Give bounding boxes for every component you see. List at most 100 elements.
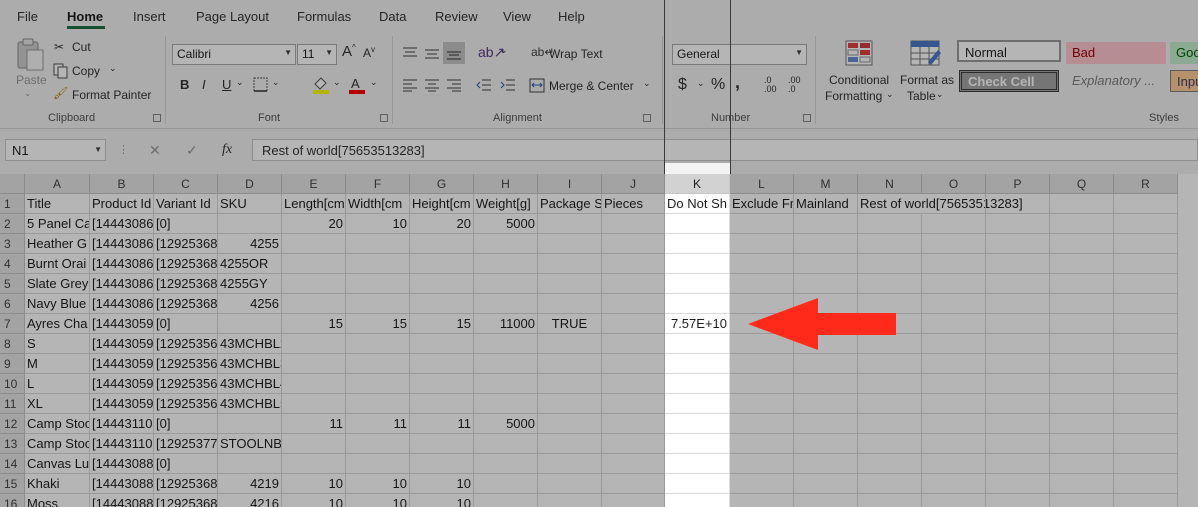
cell-b16[interactable]: [14443088 xyxy=(90,494,154,507)
cell-o2[interactable] xyxy=(922,214,986,234)
cell-o15[interactable] xyxy=(922,474,986,494)
cell-o11[interactable] xyxy=(922,394,986,414)
cell-g9[interactable] xyxy=(410,354,474,374)
row-header[interactable]: 8 xyxy=(0,334,25,354)
cell-k6[interactable] xyxy=(665,294,730,314)
cell-e3[interactable] xyxy=(282,234,346,254)
cell-e8[interactable] xyxy=(282,334,346,354)
cell-f12[interactable]: 11 xyxy=(346,414,410,434)
cell-o9[interactable] xyxy=(922,354,986,374)
column-header-a[interactable]: A xyxy=(25,174,90,194)
copy-dropdown-icon[interactable]: ⌄ xyxy=(109,63,117,74)
bold-button[interactable]: B xyxy=(180,77,189,92)
cell-p4[interactable] xyxy=(986,254,1050,274)
cell-a1[interactable]: Title xyxy=(25,194,90,214)
cell-b1[interactable]: Product Id xyxy=(90,194,154,214)
row-header[interactable]: 15 xyxy=(0,474,25,494)
cell-q8[interactable] xyxy=(1050,334,1114,354)
increase-font-icon[interactable]: A^ xyxy=(342,43,356,60)
cell-r10[interactable] xyxy=(1114,374,1178,394)
cell-b2[interactable]: [14443086 xyxy=(90,214,154,234)
cell-e7[interactable]: 15 xyxy=(282,314,346,334)
comma-style-button[interactable]: , xyxy=(735,72,740,93)
cell-p11[interactable] xyxy=(986,394,1050,414)
cell-e13[interactable] xyxy=(282,434,346,454)
row-header[interactable]: 11 xyxy=(0,394,25,414)
cell-d9[interactable]: 43MCHBL3 xyxy=(218,354,282,374)
column-header-k[interactable]: K xyxy=(665,174,730,194)
cell-b12[interactable]: [14443110 xyxy=(90,414,154,434)
tab-help[interactable]: Help xyxy=(558,9,585,24)
decrease-decimal-button[interactable]: .00 .0 xyxy=(788,76,801,94)
cell-n12[interactable] xyxy=(858,414,922,434)
cell-h13[interactable] xyxy=(474,434,538,454)
cell-f3[interactable] xyxy=(346,234,410,254)
cell-a14[interactable]: Canvas Lu xyxy=(25,454,90,474)
cell-d3[interactable]: 4255 xyxy=(218,234,282,254)
column-header-p[interactable]: P xyxy=(986,174,1050,194)
font-color-dropdown-icon[interactable]: ⌄ xyxy=(370,77,378,88)
cell-d11[interactable]: 43MCHBL5 xyxy=(218,394,282,414)
cut-icon[interactable]: ✂ xyxy=(54,40,64,54)
cell-b15[interactable]: [14443088 xyxy=(90,474,154,494)
column-header-i[interactable]: I xyxy=(538,174,602,194)
cell-c11[interactable]: [12925356 xyxy=(154,394,218,414)
cell-a5[interactable]: Slate Grey xyxy=(25,274,90,294)
cell-f4[interactable] xyxy=(346,254,410,274)
cell-m14[interactable] xyxy=(794,454,858,474)
cell-o14[interactable] xyxy=(922,454,986,474)
cell-j14[interactable] xyxy=(602,454,665,474)
cell-o10[interactable] xyxy=(922,374,986,394)
cell-h7[interactable]: 11000 xyxy=(474,314,538,334)
percent-button[interactable]: % xyxy=(711,76,725,94)
cell-h4[interactable] xyxy=(474,254,538,274)
cell-r2[interactable] xyxy=(1114,214,1178,234)
cell-m1[interactable]: Mainland xyxy=(794,194,858,214)
cell-g2[interactable]: 20 xyxy=(410,214,474,234)
cell-m13[interactable] xyxy=(794,434,858,454)
cell-c9[interactable]: [12925356 xyxy=(154,354,218,374)
cancel-icon[interactable]: ✕ xyxy=(149,142,161,159)
cell-p12[interactable] xyxy=(986,414,1050,434)
style-bad[interactable]: Bad xyxy=(1066,42,1166,64)
row-header[interactable]: 2 xyxy=(0,214,25,234)
cell-j4[interactable] xyxy=(602,254,665,274)
cell-d2[interactable] xyxy=(218,214,282,234)
cell-g1[interactable]: Height[cm xyxy=(410,194,474,214)
cell-h15[interactable] xyxy=(474,474,538,494)
cell-p7[interactable] xyxy=(986,314,1050,334)
cell-m2[interactable] xyxy=(794,214,858,234)
cell-p10[interactable] xyxy=(986,374,1050,394)
cell-c15[interactable]: [12925368 xyxy=(154,474,218,494)
cell-c7[interactable]: [0] xyxy=(154,314,218,334)
cell-i4[interactable] xyxy=(538,254,602,274)
cell-h5[interactable] xyxy=(474,274,538,294)
cell-l14[interactable] xyxy=(730,454,794,474)
cell-e11[interactable] xyxy=(282,394,346,414)
cell-d16[interactable]: 4216 xyxy=(218,494,282,507)
cell-l15[interactable] xyxy=(730,474,794,494)
tab-data[interactable]: Data xyxy=(379,9,406,24)
currency-button[interactable]: $ xyxy=(678,76,687,94)
cell-e14[interactable] xyxy=(282,454,346,474)
cell-q2[interactable] xyxy=(1050,214,1114,234)
cell-g12[interactable]: 11 xyxy=(410,414,474,434)
row-header[interactable]: 9 xyxy=(0,354,25,374)
currency-dropdown-icon[interactable]: ⌄ xyxy=(697,78,705,89)
cell-j11[interactable] xyxy=(602,394,665,414)
cell-e4[interactable] xyxy=(282,254,346,274)
cell-q5[interactable] xyxy=(1050,274,1114,294)
cell-f2[interactable]: 10 xyxy=(346,214,410,234)
cell-b13[interactable]: [14443110 xyxy=(90,434,154,454)
cell-o1[interactable] xyxy=(922,194,986,214)
cell-n11[interactable] xyxy=(858,394,922,414)
underline-dropdown-icon[interactable]: ⌄ xyxy=(236,77,244,88)
cell-c12[interactable]: [0] xyxy=(154,414,218,434)
font-name-select[interactable]: Calibri ▼ xyxy=(172,44,296,65)
tab-file[interactable]: File xyxy=(17,9,38,24)
cell-r9[interactable] xyxy=(1114,354,1178,374)
cell-l10[interactable] xyxy=(730,374,794,394)
cell-m4[interactable] xyxy=(794,254,858,274)
cell-d4[interactable]: 4255OR xyxy=(218,254,282,274)
cell-a9[interactable]: M xyxy=(25,354,90,374)
